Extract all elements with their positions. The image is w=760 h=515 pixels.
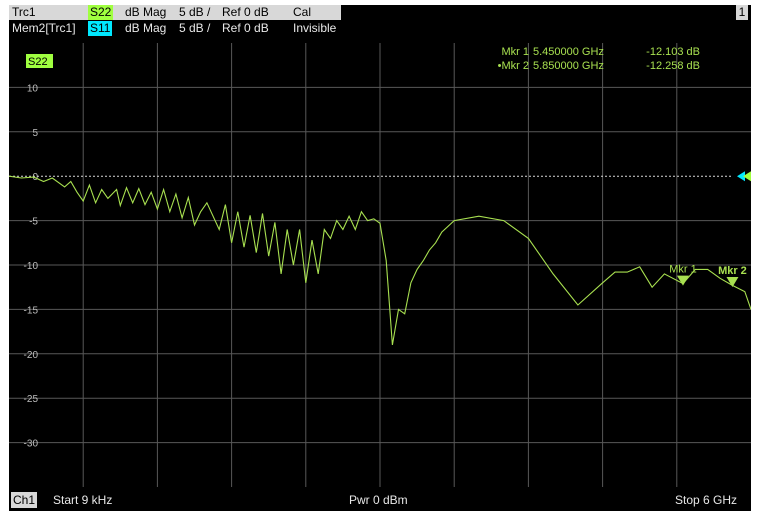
marker-info-label: Mkr 1: [502, 46, 530, 58]
trace-label: S22: [28, 56, 48, 68]
start-frequency[interactable]: Start 9 kHz: [53, 492, 112, 508]
analyzer-screen: Trc1 S22 dB Mag 5 dB / Ref 0 dB Cal Mem2…: [9, 5, 751, 511]
marker-label: Mkr 1: [669, 264, 697, 276]
y-tick-label: 5: [32, 128, 38, 139]
y-tick-label: -20: [24, 350, 39, 361]
marker-info-value: -12.103 dB: [646, 46, 700, 58]
marker-info-frequency: 5.450000 GHz: [533, 46, 604, 58]
power-label[interactable]: Pwr 0 dBm: [349, 492, 408, 508]
trace-plot[interactable]: 1050-5-10-15-20-25-30S22Mkr 1 Mkr 2Mkr 15…: [9, 5, 751, 511]
marker-info-value: -12.258 dB: [646, 60, 700, 72]
marker-triangle: [676, 275, 689, 286]
y-tick-label: -25: [24, 394, 39, 405]
marker-label: Mkr 2: [718, 265, 747, 277]
y-tick-label: 10: [27, 83, 39, 94]
marker-triangle: [726, 277, 739, 288]
channel-label[interactable]: Ch1: [11, 492, 38, 508]
stop-frequency[interactable]: Stop 6 GHz: [675, 492, 737, 508]
y-tick-label: -15: [24, 305, 39, 316]
y-tick-label: -10: [24, 261, 39, 272]
y-tick-label: -5: [29, 217, 38, 228]
y-tick-label: -30: [24, 439, 39, 450]
marker-info-label: •Mkr 2: [498, 60, 529, 72]
marker-info-frequency: 5.850000 GHz: [533, 60, 604, 72]
